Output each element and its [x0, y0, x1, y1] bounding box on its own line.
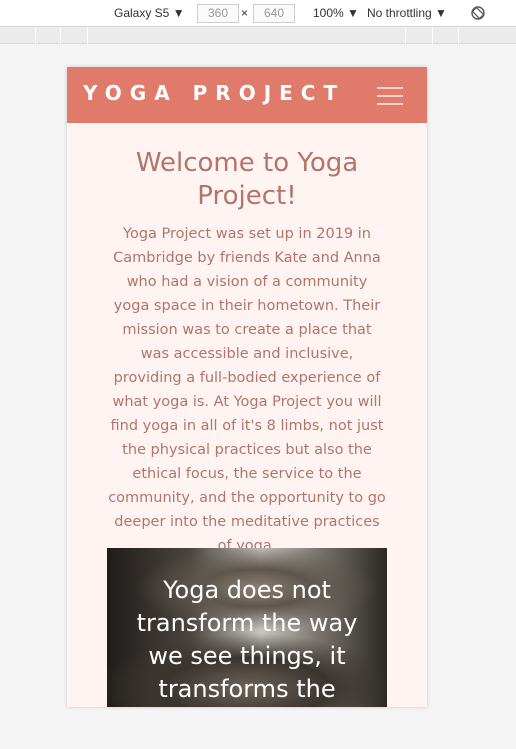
ruler-tick	[60, 28, 61, 44]
viewport-width-input[interactable]: 360	[197, 4, 239, 23]
ruler-tick	[35, 28, 36, 44]
device-toolbar: Galaxy S5 ▼ 360 × 640 100% ▼ No throttli…	[0, 0, 516, 27]
welcome-section: Welcome to Yoga Project! Yoga Project wa…	[107, 123, 387, 558]
device-viewport: YOGA PROJECT Welcome to Yoga Project! Yo…	[67, 67, 427, 707]
ruler-tick	[458, 28, 459, 44]
menu-bar	[377, 103, 403, 105]
media-query-ruler[interactable]	[0, 28, 516, 44]
brand-logo[interactable]: YOGA PROJECT	[83, 81, 345, 105]
menu-bar	[377, 87, 403, 89]
yoga-quote: Yoga does not transform the way we see t…	[136, 576, 358, 703]
device-select[interactable]: Galaxy S5 ▼	[114, 6, 185, 20]
ruler-tick	[432, 28, 433, 44]
throttling-select[interactable]: No throttling ▼	[367, 6, 447, 20]
welcome-heading: Welcome to Yoga Project!	[135, 148, 359, 211]
intro-paragraph: Yoga Project was set up in 2019 in Cambr…	[108, 226, 386, 554]
quote-banner-image: Yoga does not transform the way we see t…	[107, 548, 387, 707]
ruler-tick	[87, 28, 88, 44]
rotate-icon[interactable]	[470, 5, 486, 21]
viewport-height-input[interactable]: 640	[253, 4, 295, 23]
ruler-tick	[405, 28, 406, 44]
hamburger-menu-icon[interactable]	[369, 79, 411, 111]
dimension-separator: ×	[241, 6, 249, 20]
navbar: YOGA PROJECT	[67, 67, 427, 123]
menu-bar	[377, 95, 403, 97]
zoom-select[interactable]: 100% ▼	[313, 6, 359, 20]
